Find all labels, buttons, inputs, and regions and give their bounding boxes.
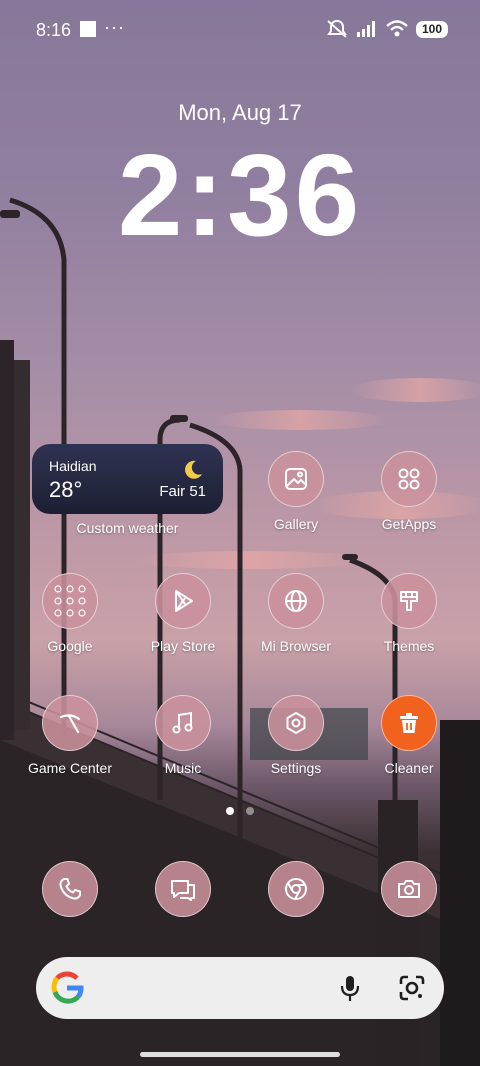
- app-label: Gallery: [273, 516, 319, 532]
- weather-condition: Fair 51: [159, 483, 206, 500]
- weather-widget-label: Custom weather: [76, 520, 179, 536]
- trash-icon: [381, 695, 437, 751]
- app-label: Google: [47, 638, 93, 654]
- signal-icon: [357, 21, 375, 37]
- app-label: Cleaner: [384, 760, 434, 776]
- google-folder-icon: [42, 573, 98, 629]
- app-themes[interactable]: Themes: [349, 573, 469, 654]
- chrome-icon: [268, 861, 324, 917]
- game-center-icon: [42, 695, 98, 751]
- moon-icon: [185, 460, 202, 479]
- music-note-icon: [155, 695, 211, 751]
- mute-icon: [327, 19, 347, 38]
- lens-camera-icon[interactable]: [398, 974, 426, 1002]
- status-time: 8:16: [36, 20, 72, 40]
- play-store-icon: [155, 573, 211, 629]
- page-dot-active: [226, 807, 234, 815]
- app-google-folder[interactable]: Google: [10, 573, 130, 654]
- app-getapps[interactable]: GetApps: [349, 451, 469, 532]
- notification-icon: [80, 21, 96, 37]
- gear-icon: [268, 695, 324, 751]
- dock-camera[interactable]: [349, 861, 469, 917]
- dock-phone[interactable]: [10, 861, 130, 917]
- status-bar: 8:16 ··· 100: [0, 0, 480, 60]
- app-gallery[interactable]: Gallery: [236, 451, 356, 532]
- microphone-icon[interactable]: [338, 974, 362, 1002]
- app-label: Play Store: [150, 638, 216, 654]
- clock-widget[interactable]: 2:36: [0, 128, 480, 262]
- app-label: Music: [164, 760, 202, 776]
- app-play-store[interactable]: Play Store: [123, 573, 243, 654]
- google-logo-icon: [51, 971, 84, 1004]
- app-mi-browser[interactable]: Mi Browser: [236, 573, 356, 654]
- wifi-icon: [386, 20, 408, 37]
- dock-messages[interactable]: [123, 861, 243, 917]
- app-label: GetApps: [381, 516, 437, 532]
- gallery-icon: [268, 451, 324, 507]
- globe-icon: [268, 573, 324, 629]
- getapps-icon: [381, 451, 437, 507]
- gesture-navigation-bar[interactable]: [140, 1052, 340, 1057]
- app-label: Game Center: [27, 760, 113, 776]
- app-label: Settings: [270, 760, 322, 776]
- paint-brush-icon: [381, 573, 437, 629]
- date-label: Mon, Aug 17: [178, 100, 302, 125]
- page-dot: [246, 807, 254, 815]
- battery-icon: 100: [416, 20, 448, 38]
- camera-icon: [381, 861, 437, 917]
- weather-temp: 28°: [49, 477, 83, 502]
- google-search-bar[interactable]: [36, 957, 444, 1019]
- phone-icon: [42, 861, 98, 917]
- app-cleaner[interactable]: Cleaner: [349, 695, 469, 776]
- page-indicator: [226, 807, 254, 815]
- weather-city: Haidian: [49, 458, 97, 474]
- app-game-center[interactable]: Game Center: [10, 695, 130, 776]
- app-label: Mi Browser: [260, 638, 331, 654]
- weather-widget[interactable]: Haidian 28° Fair 51: [32, 444, 223, 514]
- dock-chrome[interactable]: [236, 861, 356, 917]
- app-settings[interactable]: Settings: [236, 695, 356, 776]
- app-music[interactable]: Music: [123, 695, 243, 776]
- messages-icon: [155, 861, 211, 917]
- more-notifications-icon: ···: [104, 17, 125, 37]
- app-label: Themes: [383, 638, 435, 654]
